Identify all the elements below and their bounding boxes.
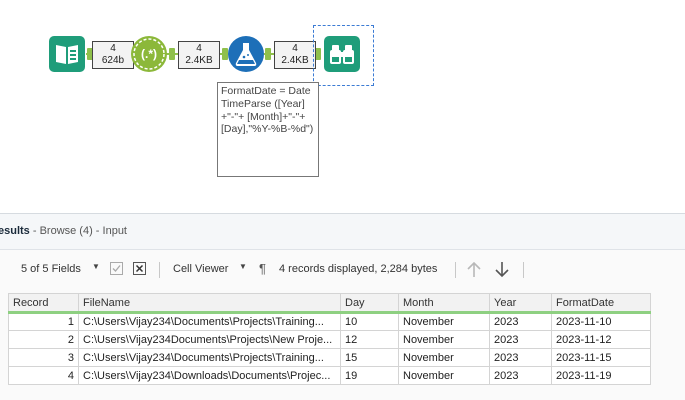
cell-record[interactable]: 4 bbox=[8, 366, 79, 385]
toolbar-divider bbox=[159, 262, 160, 278]
badge-data-size: 2.4KB bbox=[281, 55, 309, 66]
cell-day[interactable]: 12 bbox=[340, 330, 399, 349]
fields-dropdown[interactable]: 5 of 5 Fields bbox=[21, 263, 81, 275]
output-anchor[interactable] bbox=[265, 48, 271, 60]
cell-filename[interactable]: C:\Users\Vijay234\Documents\Projects\Tra… bbox=[78, 312, 341, 331]
cell-record[interactable]: 2 bbox=[8, 330, 79, 349]
formula-flask-icon bbox=[235, 43, 257, 66]
record-count-badge: 4 2.4KB bbox=[178, 41, 220, 69]
results-title-label: esults bbox=[0, 225, 30, 237]
svg-text:(.*): (.*) bbox=[141, 47, 157, 61]
badge-record-count: 4 bbox=[110, 43, 116, 54]
results-header: esults - Browse (4) - Input bbox=[0, 214, 685, 250]
column-header-month[interactable]: Month bbox=[398, 293, 490, 314]
formula-annotation: FormatDate = DateTimeParse ([Year]+"-"+ … bbox=[217, 82, 319, 177]
column-header-filename[interactable]: FileName bbox=[78, 293, 341, 314]
cell-day[interactable]: 15 bbox=[340, 348, 399, 367]
pilcrow-icon[interactable]: ¶ bbox=[259, 261, 266, 276]
column-header-year[interactable]: Year bbox=[489, 293, 552, 314]
cell-month[interactable]: November bbox=[398, 330, 490, 349]
results-subtitle: - Browse (4) - Input bbox=[29, 225, 127, 237]
column-header-formatdate[interactable]: FormatDate bbox=[551, 293, 651, 314]
cell-formatdate[interactable]: 2023-11-19 bbox=[551, 366, 651, 385]
table-row[interactable]: 4 C:\Users\Vijay234\Downloads\Documents\… bbox=[8, 366, 651, 385]
results-title: esults - Browse (4) - Input bbox=[0, 225, 127, 237]
cell-filename[interactable]: C:\Users\Vijay234\Documents\Projects\Tra… bbox=[78, 348, 341, 367]
cell-formatdate[interactable]: 2023-11-10 bbox=[551, 312, 651, 331]
formula-tool[interactable] bbox=[228, 36, 264, 72]
input-data-tool[interactable] bbox=[49, 36, 85, 72]
table-header-row: Record FileName Day Month Year FormatDat… bbox=[8, 293, 651, 314]
badge-data-size: 2.4KB bbox=[185, 55, 213, 66]
column-header-record[interactable]: Record bbox=[8, 293, 79, 314]
badge-data-size: 624b bbox=[101, 55, 125, 66]
arrow-down-icon[interactable] bbox=[494, 261, 510, 283]
cell-year[interactable]: 2023 bbox=[489, 366, 552, 385]
output-anchor[interactable] bbox=[169, 48, 175, 60]
regex-icon: (.*) bbox=[133, 38, 165, 70]
cell-formatdate[interactable]: 2023-11-12 bbox=[551, 330, 651, 349]
browse-tool[interactable] bbox=[324, 36, 360, 72]
results-table: Record FileName Day Month Year FormatDat… bbox=[8, 293, 651, 385]
cell-record[interactable]: 1 bbox=[8, 312, 79, 331]
badge-record-count: 4 bbox=[292, 43, 298, 54]
checkbox-icon[interactable] bbox=[110, 262, 123, 280]
cell-year[interactable]: 2023 bbox=[489, 330, 552, 349]
results-toolbar: 5 of 5 Fields ▼ Cell Viewer ▼ ¶ 4 record… bbox=[0, 250, 685, 290]
badge-record-count: 4 bbox=[196, 43, 202, 54]
clear-selection-icon[interactable] bbox=[133, 262, 146, 280]
toolbar-divider bbox=[455, 262, 456, 278]
record-count-badge: 4 624b bbox=[92, 41, 134, 69]
cell-viewer-dropdown[interactable]: Cell Viewer bbox=[173, 263, 228, 275]
cell-year[interactable]: 2023 bbox=[489, 312, 552, 331]
cell-filename[interactable]: C:\Users\Vijay234\Downloads\Documents\Pr… bbox=[78, 366, 341, 385]
cell-month[interactable]: November bbox=[398, 348, 490, 367]
arrow-up-icon[interactable] bbox=[466, 261, 482, 283]
toolbar-divider bbox=[523, 262, 524, 278]
cell-day[interactable]: 19 bbox=[340, 366, 399, 385]
table-row[interactable]: 1 C:\Users\Vijay234\Documents\Projects\T… bbox=[8, 312, 651, 331]
cell-month[interactable]: November bbox=[398, 366, 490, 385]
table-row[interactable]: 3 C:\Users\Vijay234\Documents\Projects\T… bbox=[8, 348, 651, 367]
workflow-canvas[interactable]: 4 624b (.*) 4 2.4KB 4 2.4KB FormatDate =… bbox=[0, 0, 685, 213]
cell-month[interactable]: November bbox=[398, 312, 490, 331]
binoculars-icon bbox=[330, 45, 354, 64]
cell-year[interactable]: 2023 bbox=[489, 348, 552, 367]
results-pane: esults - Browse (4) - Input 5 of 5 Field… bbox=[0, 213, 685, 400]
cell-filename[interactable]: C:\Users\Vijay234Documents\Projects\New … bbox=[78, 330, 341, 349]
regex-tool[interactable]: (.*) bbox=[131, 36, 167, 72]
column-header-day[interactable]: Day bbox=[340, 293, 399, 314]
chevron-down-icon[interactable]: ▼ bbox=[92, 262, 100, 271]
records-summary: 4 records displayed, 2,284 bytes bbox=[279, 263, 438, 275]
record-count-badge: 4 2.4KB bbox=[274, 41, 316, 69]
table-row[interactable]: 2 C:\Users\Vijay234Documents\Projects\Ne… bbox=[8, 330, 651, 349]
chevron-down-icon[interactable]: ▼ bbox=[239, 262, 247, 271]
cell-formatdate[interactable]: 2023-11-15 bbox=[551, 348, 651, 367]
cell-day[interactable]: 10 bbox=[340, 312, 399, 331]
cell-record[interactable]: 3 bbox=[8, 348, 79, 367]
input-book-icon bbox=[56, 45, 78, 64]
